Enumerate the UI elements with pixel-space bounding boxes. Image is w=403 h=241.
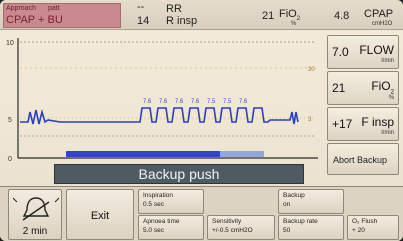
inspiration-setting[interactable]: Inspiration 0.5 sec	[138, 189, 204, 214]
alarm-bell-icon	[12, 197, 60, 221]
fio2-set-value: 21	[332, 81, 346, 95]
cpap-label: CPAP	[364, 8, 394, 20]
mode-line1-b: patt	[48, 5, 60, 12]
y-tick-0: 0	[8, 156, 12, 163]
pressure-trace	[20, 107, 299, 125]
backup-label: Backup	[283, 192, 305, 199]
sensitivity-value: +/-0.5 cmH2O	[212, 227, 253, 234]
breath-progress-bar	[66, 151, 264, 157]
abort-backup-label: Abort Backup	[333, 155, 388, 165]
peak-label: 7.6	[175, 99, 184, 105]
backup-rate-label: Backup rate	[283, 218, 318, 225]
backup-push-banner: Backup push	[54, 164, 304, 184]
alarm-silence-time: 2 min	[22, 226, 48, 237]
f-insp-value: +17	[332, 117, 353, 131]
apnoea-label: Apnoea time	[143, 218, 180, 225]
y-tick-5: 5	[8, 117, 12, 124]
o2-flush-button[interactable]: O₂ Flush + 20	[347, 215, 399, 240]
r-insp-label: R insp	[166, 15, 198, 27]
header-bar: Approach patt CPAP + BU -- RR 14 R insp …	[0, 0, 403, 30]
o2-flush-value: + 20	[352, 227, 365, 234]
flow-label: FLOW	[359, 43, 394, 57]
rr-label: RR	[166, 3, 182, 15]
o2-flush-label: O₂ Flush	[352, 218, 378, 225]
peak-label: 7.6	[191, 99, 200, 105]
inspiration-value: 0.5 sec	[143, 201, 164, 208]
f-insp-setting-button[interactable]: +17 F insp l/min	[327, 107, 399, 141]
peak-label: 7.5	[207, 99, 216, 105]
cpap-value: 4.8	[334, 10, 350, 22]
sensitivity-label: Sensitivity	[212, 218, 242, 225]
f-insp-label: F insp	[361, 115, 394, 129]
peak-label: 7.5	[223, 99, 232, 105]
exit-label: Exit	[90, 210, 110, 222]
f-insp-unit: l/min	[381, 130, 394, 136]
pressure-waveform: 30 3 10 5 0 7.6 7.6 7.6 7.6 7.5 7.5 7.6	[0, 32, 325, 164]
fio2-setting-button[interactable]: 21 FiO2 %	[327, 71, 399, 105]
bottom-controls: 2 min Exit Inspiration 0.5 sec Apnoea ti…	[0, 186, 403, 241]
mode-indicator[interactable]: Approach patt CPAP + BU	[3, 3, 121, 28]
cpap-unit: cmH2O	[372, 21, 393, 27]
rr-top-value: --	[137, 1, 145, 13]
alarm-silence-button[interactable]: 2 min	[8, 189, 62, 240]
y-tick-10: 10	[6, 40, 14, 47]
backup-rate-setting[interactable]: Backup rate 50	[278, 215, 344, 240]
flow-setting-button[interactable]: 7.0 FLOW l/min	[327, 35, 399, 69]
apnoea-value: 5.0 sec	[143, 227, 164, 234]
ventilator-screen: Approach patt CPAP + BU -- RR 14 R insp …	[0, 0, 403, 241]
mode-line1: Approach	[6, 5, 36, 12]
peak-label: 7.6	[239, 99, 248, 105]
fio2-set-unit: %	[388, 95, 394, 101]
backup-setting[interactable]: Backup on	[278, 189, 344, 214]
sensitivity-setting[interactable]: Sensitivity +/-0.5 cmH2O	[207, 215, 275, 240]
fio2-unit: %	[291, 21, 297, 27]
svg-text:30: 30	[308, 67, 315, 73]
rr-value: 14	[137, 15, 150, 27]
backup-value: on	[283, 201, 291, 208]
fio2-set-label: FiO2	[371, 79, 394, 96]
exit-button[interactable]: Exit	[66, 189, 134, 240]
peak-label: 7.6	[159, 99, 168, 105]
backup-rate-value: 50	[283, 227, 291, 234]
fio2-value: 21	[262, 10, 275, 22]
svg-text:3: 3	[308, 117, 312, 123]
peak-label: 7.6	[143, 99, 152, 105]
apnoea-time-setting[interactable]: Apnoea time 5.0 sec	[138, 215, 204, 240]
mode-name: CPAP + BU	[6, 14, 63, 26]
abort-backup-button[interactable]: Abort Backup	[327, 143, 399, 175]
flow-value: 7.0	[332, 45, 349, 59]
inspiration-label: Inspiration	[143, 192, 173, 199]
fio2-label: FiO2	[279, 8, 301, 23]
flow-unit: l/min	[381, 58, 394, 64]
